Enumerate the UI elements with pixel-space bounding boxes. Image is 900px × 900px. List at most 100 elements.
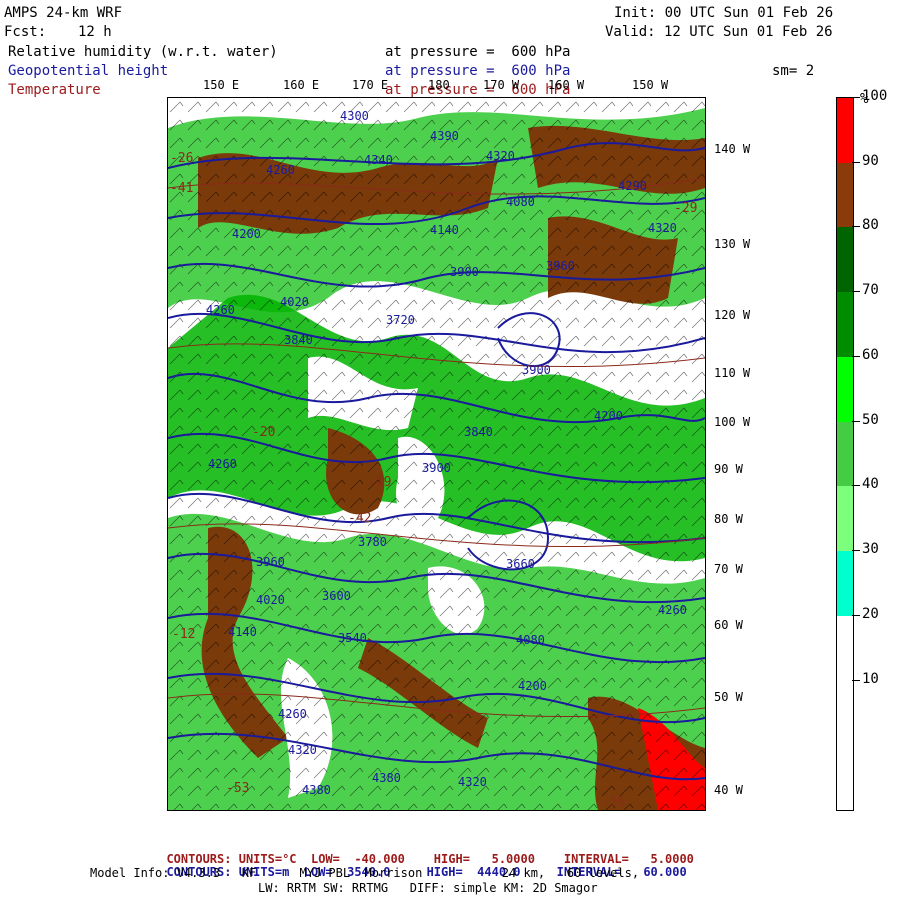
height-label: 4380 <box>372 771 401 785</box>
height-label: 4290 <box>618 179 647 193</box>
lon-label-right: 110 W <box>714 366 751 380</box>
colorbar-segment <box>837 227 853 293</box>
temp-label: -12 <box>172 627 195 642</box>
footer-model-info-2: LW: RRTM SW: RRTMG DIFF: simple KM: 2D S… <box>258 881 598 895</box>
height-label: 3900 <box>422 461 451 475</box>
height-label: 3540 <box>338 631 367 645</box>
colorbar-tick <box>852 97 860 98</box>
height-label: 4320 <box>288 743 317 757</box>
field-temp-level: at pressure = 600 hPa <box>385 82 571 98</box>
lon-label-right: 50 W <box>714 690 743 704</box>
height-label: 3900 <box>522 363 551 377</box>
field-rh-level: at pressure = 600 hPa <box>385 44 571 60</box>
colorbar-label: 70 <box>862 282 879 299</box>
height-label: 3600 <box>322 589 351 603</box>
height-label: 4260 <box>208 457 237 471</box>
colorbar-segment <box>837 98 853 163</box>
colorbar-label: 60 <box>862 346 879 363</box>
forecast-hours: 12 h <box>78 24 112 40</box>
init-time: Init: 00 UTC Sun 01 Feb 26 <box>614 5 834 21</box>
colorbar-tick <box>852 291 860 293</box>
colorbar-tick <box>852 355 860 357</box>
height-label: 4080 <box>516 633 545 647</box>
colorbar-label: 100 <box>862 88 888 104</box>
height-label: 4020 <box>280 295 309 309</box>
height-label: 4340 <box>364 153 393 167</box>
height-label: 4320 <box>648 221 677 235</box>
colorbar-label: 50 <box>862 411 879 428</box>
colorbar-tick <box>852 485 860 487</box>
height-label: 4390 <box>430 129 459 143</box>
height-label: 3840 <box>464 425 493 439</box>
forecast-label: Fcst: <box>4 24 47 40</box>
colorbar-segment <box>837 292 853 357</box>
lon-label-right: 60 W <box>714 618 743 632</box>
colorbar-segment <box>837 615 853 681</box>
height-label: 3960 <box>256 555 285 569</box>
colorbar-label: 40 <box>862 476 879 493</box>
colorbar-tick <box>852 226 860 228</box>
height-label: 4020 <box>256 593 285 607</box>
colorbar-segment <box>837 356 853 422</box>
height-label: 4200 <box>232 227 261 241</box>
colorbar-label: 80 <box>862 217 879 234</box>
height-label: 4320 <box>458 775 487 789</box>
field-height-name: Geopotential height <box>8 63 169 79</box>
colorbar <box>836 97 854 811</box>
colorbar-segment <box>837 680 853 810</box>
height-label: 4140 <box>228 625 257 639</box>
colorbar-segment <box>837 486 853 552</box>
colorbar-segment <box>837 551 853 616</box>
height-label: 3900 <box>450 265 479 279</box>
colorbar-tick <box>852 550 860 552</box>
height-label: 3780 <box>358 535 387 549</box>
height-label: 4260 <box>266 163 295 177</box>
lon-label-right: 130 W <box>714 237 751 251</box>
lon-label-top: 150 E <box>203 78 240 92</box>
colorbar-label: 20 <box>862 605 879 622</box>
valid-time: Valid: 12 UTC Sun 01 Feb 26 <box>605 24 833 40</box>
height-label: 4200 <box>594 409 623 423</box>
height-label: 4260 <box>658 603 687 617</box>
smoothing-label: sm= 2 <box>772 63 815 79</box>
temp-label: -29 <box>674 201 697 216</box>
lon-label-top: 180 <box>428 78 450 92</box>
lon-label-right: 90 W <box>714 462 743 476</box>
height-label: 4200 <box>518 679 547 693</box>
height-label: 4380 <box>302 783 331 797</box>
colorbar-tick <box>852 161 860 163</box>
lon-label-top: 170 W <box>483 78 520 92</box>
colorbar-tick <box>852 679 860 681</box>
map-canvas: 4300 4390 4320 4340 4260 4290 4080 4140 … <box>168 98 705 810</box>
temp-label: -42 <box>348 511 371 526</box>
temp-label: -20 <box>252 425 275 440</box>
lon-label-top: 160 W <box>548 78 585 92</box>
colorbar-label: 30 <box>862 541 879 558</box>
lon-label-right: 100 W <box>714 415 751 429</box>
temp-label: -56 <box>602 795 625 810</box>
field-temp-name: Temperature <box>8 82 101 98</box>
height-label: 4300 <box>340 109 369 123</box>
weather-map: 4300 4390 4320 4340 4260 4290 4080 4140 … <box>167 97 706 811</box>
lon-label-right: 120 W <box>714 308 751 322</box>
lon-label-right: 80 W <box>714 512 743 526</box>
lon-label-top: 160 E <box>283 78 320 92</box>
field-height-level: at pressure = 600 hPa <box>385 63 571 79</box>
height-label: 3960 <box>546 259 575 273</box>
field-rh-name: Relative humidity (w.r.t. water) <box>8 44 278 60</box>
colorbar-segment <box>837 162 853 228</box>
height-label: 4080 <box>506 195 535 209</box>
colorbar-label: 10 <box>862 670 879 687</box>
height-label: 4260 <box>206 303 235 317</box>
height-label: 3660 <box>506 557 535 571</box>
colorbar-segment <box>837 421 853 487</box>
colorbar-label: 90 <box>862 152 879 169</box>
height-label: 4320 <box>486 149 515 163</box>
height-label: 3720 <box>386 313 415 327</box>
model-title: AMPS 24-km WRF <box>4 5 123 21</box>
height-label: 4140 <box>430 223 459 237</box>
temp-label: -19 <box>368 475 391 490</box>
lon-label-right: 70 W <box>714 562 743 576</box>
temp-label: -26 <box>170 151 193 166</box>
temp-label: -53 <box>226 781 249 796</box>
